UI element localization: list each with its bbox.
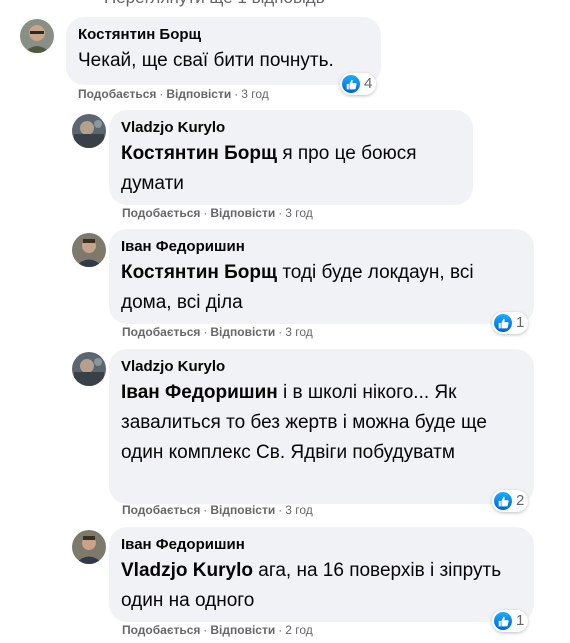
mention-link[interactable]: Іван Федоришин [121, 382, 278, 403]
reply-button[interactable]: Відповісти [166, 87, 231, 101]
avatar[interactable] [72, 114, 106, 148]
user-avatar-icon [72, 114, 106, 148]
comment-text: Іван Федоришин і в школі нікого... Як за… [121, 378, 522, 468]
comment-timestamp[interactable]: 3 год [285, 206, 313, 220]
reaction-count: 1 [516, 314, 525, 331]
mention-link[interactable]: Костянтин Борщ [121, 262, 277, 283]
reaction-badge[interactable]: 1 [492, 312, 529, 334]
avatar[interactable] [72, 233, 106, 267]
avatar[interactable] [20, 19, 54, 53]
avatar[interactable] [72, 530, 106, 564]
like-button[interactable]: Подобається [122, 503, 200, 517]
comment-text: Костянтин Борщ я про це боюся думати [121, 139, 461, 199]
comment-actions: Подобається · Відповісти · 3 год [78, 87, 269, 101]
like-thumb-icon [494, 492, 512, 510]
reaction-badge[interactable]: 2 [492, 490, 529, 512]
comment-timestamp[interactable]: 2 год [285, 623, 313, 637]
reply-button[interactable]: Відповісти [210, 325, 275, 339]
comment-author[interactable]: Костянтин Борщ [78, 25, 369, 44]
comment-text: Чекай, ще сваї бити почнуть. [78, 50, 334, 71]
comment-author[interactable]: Vladzjo Kurylo [121, 118, 461, 137]
mention-link[interactable]: Костянтин Борщ [121, 143, 277, 164]
like-thumb-icon [494, 314, 512, 332]
comment-author[interactable]: Іван Федоришин [121, 237, 522, 256]
like-thumb-icon [494, 612, 512, 630]
comment-timestamp[interactable]: 3 год [285, 503, 313, 517]
reaction-count: 4 [364, 75, 373, 92]
comment-timestamp[interactable]: 3 год [241, 87, 269, 101]
like-button[interactable]: Подобається [78, 87, 156, 101]
comment-bubble: Іван Федоришин Vladzjo Kurylo ага, на 16… [109, 527, 534, 622]
reply-button[interactable]: Відповісти [210, 206, 275, 220]
reply-button[interactable]: Відповісти [210, 503, 275, 517]
like-button[interactable]: Подобається [122, 206, 200, 220]
comment-actions: Подобається · Відповісти · 3 год [122, 206, 313, 220]
reaction-badge[interactable]: 4 [340, 73, 377, 95]
mention-link[interactable]: Vladzjo Kurylo [121, 560, 253, 581]
comment-bubble: Костянтин Борщ Чекай, ще сваї бити почну… [66, 17, 381, 85]
comment-author[interactable]: Vladzjo Kurylo [121, 357, 522, 376]
reaction-count: 2 [516, 492, 525, 509]
avatar[interactable] [72, 352, 106, 386]
reply-button[interactable]: Відповісти [210, 623, 275, 637]
user-avatar-icon [72, 530, 106, 564]
comment-author[interactable]: Іван Федоришин [121, 535, 522, 554]
comment-text: Vladzjo Kurylo ага, на 16 поверхів і зіп… [121, 556, 522, 616]
view-more-replies-link[interactable]: Переглянути ще 1 відповідь [104, 0, 325, 8]
like-button[interactable]: Подобається [122, 623, 200, 637]
reaction-count: 1 [516, 612, 525, 629]
comment-actions: Подобається · Відповісти · 2 год [122, 623, 313, 637]
comment-timestamp[interactable]: 3 год [285, 325, 313, 339]
comment-bubble: Іван Федоришин Костянтин Борщ тоді буде … [109, 229, 534, 324]
comment-actions: Подобається · Відповісти · 3 год [122, 325, 313, 339]
reaction-badge[interactable]: 1 [492, 610, 529, 632]
comment-text: Костянтин Борщ тоді буде локдаун, всі до… [121, 258, 522, 318]
comment-bubble: Vladzjo Kurylo Костянтин Борщ я про це б… [109, 110, 473, 205]
user-avatar-icon [72, 352, 106, 386]
like-thumb-icon [342, 75, 360, 93]
comment-bubble: Vladzjo Kurylo Іван Федоришин і в школі … [109, 349, 534, 504]
user-avatar-icon [20, 19, 54, 53]
like-button[interactable]: Подобається [122, 325, 200, 339]
comment-actions: Подобається · Відповісти · 3 год [122, 503, 313, 517]
user-avatar-icon [72, 233, 106, 267]
